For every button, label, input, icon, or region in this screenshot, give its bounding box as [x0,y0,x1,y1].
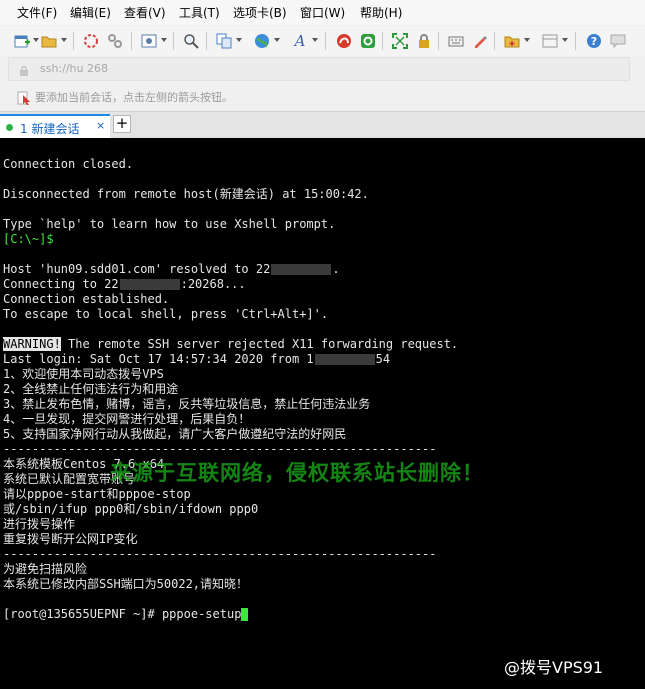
terminal-line: Connection established. [3,292,170,306]
text-cursor [241,608,249,621]
menu-window[interactable]: 窗口(W) [300,4,345,21]
terminal-line: To escape to local shell, press 'Ctrl+Al… [3,307,329,321]
terminal-divider: ----------------------------------------… [3,547,437,561]
terminal-line: 5、支持国家净网行动从我做起，请广大客户做遵纪守法的好网民 [3,427,347,441]
xshell-red-icon[interactable] [334,31,354,51]
globe-icon[interactable] [252,31,272,51]
highlight-icon[interactable] [470,31,490,51]
terminal-text: Host 'hun09.sdd01.com' resolved to 22 [3,262,271,276]
address-value: ssh://hu 268 [40,62,108,75]
xftp-green-icon[interactable] [358,31,378,51]
toolbar-separator [438,32,439,50]
menu-edit[interactable]: 编辑(E) [70,4,111,21]
window-chrome: 文件(F) 编辑(E) 查看(V) 工具(T) 选项卡(B) 窗口(W) 帮助(… [0,0,645,138]
terminal-text: [root@135655UEPNF ~]# pppoe-setup [3,607,242,621]
copy-dropdown-icon[interactable] [236,38,242,42]
shell-prompt: [root@135655UEPNF ~]# pppoe-setup [3,607,249,622]
lock-icon [19,62,29,81]
toolbar-separator [494,32,495,50]
find-icon[interactable] [181,31,201,51]
terminal-line: 请以pppoe-start和pppoe-stop [3,487,191,501]
font-dropdown-icon[interactable] [312,38,318,42]
toolbar-separator [206,32,207,50]
keyboard-icon[interactable] [446,31,466,51]
copy-icon[interactable] [214,31,234,51]
layout-dropdown-icon[interactable] [562,38,568,42]
warning-label: WARNING! [3,337,61,351]
terminal-text: :20268... [180,277,246,291]
terminal-line: Last login: Sat Oct 17 14:57:34 2020 fro… [3,352,390,367]
toolbar-separator [73,32,74,50]
toolbar-separator [131,32,132,50]
globe-dropdown-icon[interactable] [274,38,280,42]
tab-strip: 1 新建会话 × + [0,111,645,138]
terminal-line: Connection closed. [3,157,134,171]
terminal-line: Connecting to 22 :20268... [3,277,246,292]
tab-new-session[interactable]: 1 新建会话 × [0,114,110,138]
terminal-line: Host 'hun09.sdd01.com' resolved to 22. [3,262,340,277]
chat-icon[interactable] [608,31,628,51]
terminal-line: 3、禁止发布色情，赌博，谣言，反共等垃圾信息，禁止任何违法业务 [3,397,371,411]
close-icon[interactable]: × [96,119,105,132]
terminal-divider: ----------------------------------------… [3,442,437,456]
toolbar-separator [325,32,326,50]
connect-icon[interactable] [81,31,101,51]
terminal-output[interactable]: Connection closed. Disconnected from rem… [0,138,645,689]
fullscreen-icon[interactable] [390,31,410,51]
terminal-text: 54 [375,352,391,366]
terminal-line: 本系统已修改内部SSH端口为50022,请知晓！ [3,577,249,591]
terminal-line: 或/sbin/ifup ppp0和/sbin/ifdown ppp0 [3,502,259,516]
terminal-line: Type `help' to learn how to use Xshell p… [3,217,336,231]
terminal-line: WARNING! The remote SSH server rejected … [3,337,458,352]
terminal-line: 1、欢迎使用本司动态拨号VPS [3,367,164,381]
toolbar: A ? [0,26,645,56]
lock-icon[interactable] [414,31,434,51]
new-tab-button[interactable]: + [113,115,131,133]
redacted-block [271,264,332,275]
menu-tabs[interactable]: 选项卡(B) [233,4,287,21]
local-prompt: [C:\~]$ [3,232,54,246]
tab-label: 1 新建会话 [20,122,80,136]
terminal-line: 为避免扫描风险 [3,562,88,576]
toolbar-separator [575,32,576,50]
brand-watermark: @拨号VPS91 [504,658,604,677]
terminal-line: 重复拨号断开公网IP变化 [3,532,138,546]
toolbar-separator [382,32,383,50]
watermark-text: 来源于互联网络，侵权联系站长删除！ [110,461,484,485]
open-folder-icon[interactable] [39,31,59,51]
disconnect-icon[interactable] [105,31,125,51]
svg-text:?: ? [591,35,597,48]
menu-help[interactable]: 帮助(H) [360,4,402,21]
hint-text: 要添加当前会话，点击左侧的箭头按钮。 [35,91,233,104]
menu-tools[interactable]: 工具(T) [179,4,220,21]
properties-dropdown-icon[interactable] [161,38,167,42]
terminal-line: 4、一旦发现，提交网警进行处理，后果自负！ [3,412,251,426]
redacted-block [314,354,375,365]
toolbar-separator [173,32,174,50]
menu-file[interactable]: 文件(F) [17,4,57,21]
hint-bar: 要添加当前会话，点击左侧的箭头按钮。 [0,84,645,110]
terminal-text: . [332,262,340,276]
terminal-text: Last login: Sat Oct 17 14:57:34 2020 fro… [3,352,314,366]
new-session-icon[interactable] [12,31,32,51]
terminal-text: Connecting to 22 [3,277,119,291]
font-icon[interactable]: A [290,31,310,51]
terminal-line: 进行拨号操作 [3,517,76,531]
menu-bar: 文件(F) 编辑(E) 查看(V) 工具(T) 选项卡(B) 窗口(W) 帮助(… [0,0,645,25]
compose-dropdown-icon[interactable] [524,38,530,42]
redacted-block [119,279,180,290]
properties-icon[interactable] [139,31,159,51]
menu-view[interactable]: 查看(V) [124,4,166,21]
address-bar[interactable]: ssh://hu 268 [8,57,630,81]
compose-icon[interactable] [502,31,522,51]
help-icon[interactable]: ? [584,31,604,51]
status-dot-icon [6,124,13,131]
open-dropdown-icon[interactable] [61,38,67,42]
terminal-text: The remote SSH server rejected X11 forwa… [60,337,459,351]
add-session-arrow-icon[interactable] [17,90,31,109]
layout-icon[interactable] [540,31,560,51]
terminal-line: 2、全线禁止任何违法行为和用途 [3,382,179,396]
terminal-line: Disconnected from remote host(新建会话) at 1… [3,187,369,201]
